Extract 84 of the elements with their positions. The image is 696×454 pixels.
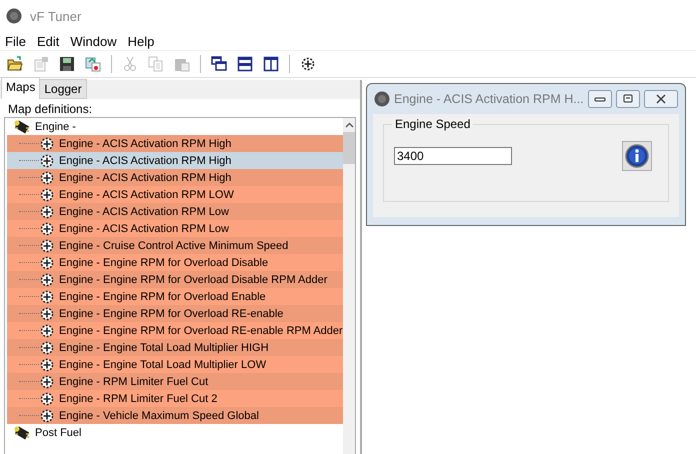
tree-item[interactable]: Engine - Engine RPM for Overload Disable RPM Adder bbox=[7, 271, 343, 288]
tree-item[interactable]: Engine - Engine Total Load Multiplier HIGH bbox=[7, 339, 343, 356]
tree-label: Engine - Cruise Control Active Minimum Speed bbox=[59, 240, 288, 252]
info-icon bbox=[625, 144, 649, 168]
section-label: Map definitions: bbox=[7, 102, 94, 117]
tree-label: Engine - Vehicle Maximum Speed Global bbox=[59, 410, 259, 422]
tree-label: Engine - Engine Total Load Multiplier HIGH bbox=[59, 342, 269, 354]
group-label: Engine Speed bbox=[392, 117, 474, 131]
tree-item[interactable]: Engine - Engine RPM for Overload Disable bbox=[7, 254, 343, 271]
input-field[interactable]: 3400 bbox=[394, 147, 512, 165]
gear-icon bbox=[39, 356, 55, 372]
tile-vertical-icon[interactable] bbox=[263, 56, 279, 72]
gear-icon bbox=[39, 340, 55, 356]
scrollbar[interactable] bbox=[342, 118, 355, 454]
gear-icon bbox=[39, 170, 55, 186]
tree-label: Engine - ACIS Activation RPM High bbox=[59, 172, 232, 184]
tree-item[interactable]: Engine - ACIS Activation RPM Low bbox=[7, 220, 343, 237]
tree-item[interactable]: Post Fuel bbox=[7, 424, 343, 441]
gear-icon bbox=[39, 306, 55, 322]
tree-item[interactable]: Engine - ACIS Activation RPM Low bbox=[7, 203, 343, 220]
tree-label: Engine - bbox=[35, 120, 76, 132]
menu-item[interactable]: File bbox=[4, 34, 36, 48]
maximize-button[interactable] bbox=[616, 90, 640, 108]
tree-item[interactable]: Engine - Engine RPM for Overload RE-enable bbox=[7, 305, 343, 322]
app-logo-icon bbox=[6, 8, 22, 24]
cascade-windows-icon[interactable] bbox=[211, 56, 227, 72]
gear-icon bbox=[39, 204, 55, 220]
minimize-button[interactable] bbox=[588, 90, 612, 108]
tree-item[interactable]: Engine - ACIS Activation RPM High bbox=[7, 169, 343, 186]
gear-icon bbox=[39, 408, 55, 424]
tree-item[interactable]: Engine - RPM Limiter Fuel Cut bbox=[7, 373, 343, 390]
tree-label: Engine - Engine Total Load Multiplier LOW bbox=[59, 358, 266, 370]
gear-icon bbox=[39, 186, 55, 202]
tree-item[interactable]: Engine - bbox=[7, 118, 343, 135]
tree-label: Engine - ACIS Activation RPM High bbox=[59, 154, 232, 166]
save-icon[interactable] bbox=[59, 56, 75, 72]
tree-label: Engine - RPM Limiter Fuel Cut 2 bbox=[59, 392, 218, 404]
gear-icon[interactable] bbox=[300, 56, 316, 72]
gear-icon bbox=[39, 254, 55, 270]
tab[interactable]: Logger bbox=[39, 79, 87, 99]
tree-label: Engine - ACIS Activation RPM LOW bbox=[59, 188, 234, 200]
menu-item[interactable]: Window bbox=[69, 34, 127, 48]
gear-icon bbox=[39, 238, 55, 254]
gear-icon bbox=[39, 288, 55, 304]
app-logo-icon bbox=[374, 91, 390, 107]
tree-label: Engine - RPM Limiter Fuel Cut bbox=[59, 376, 208, 388]
tree-item[interactable]: Engine - Vehicle Maximum Speed Global bbox=[7, 407, 343, 424]
gear-icon bbox=[39, 322, 55, 338]
window-title: vF Tuner bbox=[30, 8, 82, 24]
tree-label: Engine - ACIS Activation RPM Low bbox=[59, 206, 229, 218]
open-folder-icon[interactable] bbox=[7, 56, 23, 72]
close-button[interactable] bbox=[644, 90, 678, 108]
gear-icon bbox=[39, 152, 55, 168]
gear-icon bbox=[39, 136, 55, 152]
menu-item[interactable]: Help bbox=[126, 34, 164, 48]
tab[interactable]: Maps bbox=[1, 77, 40, 99]
scrollbar-thumb[interactable] bbox=[342, 132, 355, 164]
tree-item[interactable]: Engine - Cruise Control Active Minimum Speed bbox=[7, 237, 343, 254]
tree-item[interactable]: Engine - Engine Total Load Multiplier LOW bbox=[7, 356, 343, 373]
tree-label: Engine - Engine RPM for Overload RE-enable RPM Adder bbox=[59, 324, 343, 336]
tree-item[interactable]: Engine - ACIS Activation RPM High bbox=[7, 152, 343, 169]
tree-item[interactable]: Engine - ACIS Activation RPM LOW bbox=[7, 186, 343, 203]
menu-item[interactable]: Edit bbox=[36, 34, 70, 48]
gear-icon bbox=[39, 220, 55, 236]
gear-icon bbox=[39, 272, 55, 288]
import-icon[interactable] bbox=[85, 56, 101, 72]
tree-label: Engine - Engine RPM for Overload RE-enable bbox=[59, 308, 284, 320]
tile-horizontal-icon[interactable] bbox=[237, 56, 253, 72]
gear-icon bbox=[39, 390, 55, 406]
tree-label: Post Fuel bbox=[35, 426, 82, 438]
tree-item[interactable]: Engine - Engine RPM for Overload RE-enable RPM Adder bbox=[7, 322, 343, 339]
tree-label: Engine - Engine RPM for Overload Disable RPM Adder bbox=[59, 274, 328, 286]
tree-item[interactable]: Engine - RPM Limiter Fuel Cut 2 bbox=[7, 390, 343, 407]
tree-item[interactable]: Engine - Engine RPM for Overload Enable bbox=[7, 288, 343, 305]
gear-icon bbox=[39, 374, 55, 390]
tree-label: Engine - ACIS Activation RPM Low bbox=[59, 222, 229, 234]
tree-label: Engine - Engine RPM for Overload Disable bbox=[59, 256, 268, 268]
scroll-up-icon[interactable] bbox=[344, 122, 354, 128]
chip-icon bbox=[13, 118, 31, 134]
tree-label: Engine - ACIS Activation RPM High bbox=[59, 138, 232, 150]
info-button[interactable] bbox=[622, 141, 652, 171]
tree-item[interactable]: Engine - ACIS Activation RPM High bbox=[7, 135, 343, 152]
window-title: Engine - ACIS Activation RPM H... bbox=[394, 92, 584, 106]
tree-label: Engine - Engine RPM for Overload Enable bbox=[59, 290, 266, 302]
